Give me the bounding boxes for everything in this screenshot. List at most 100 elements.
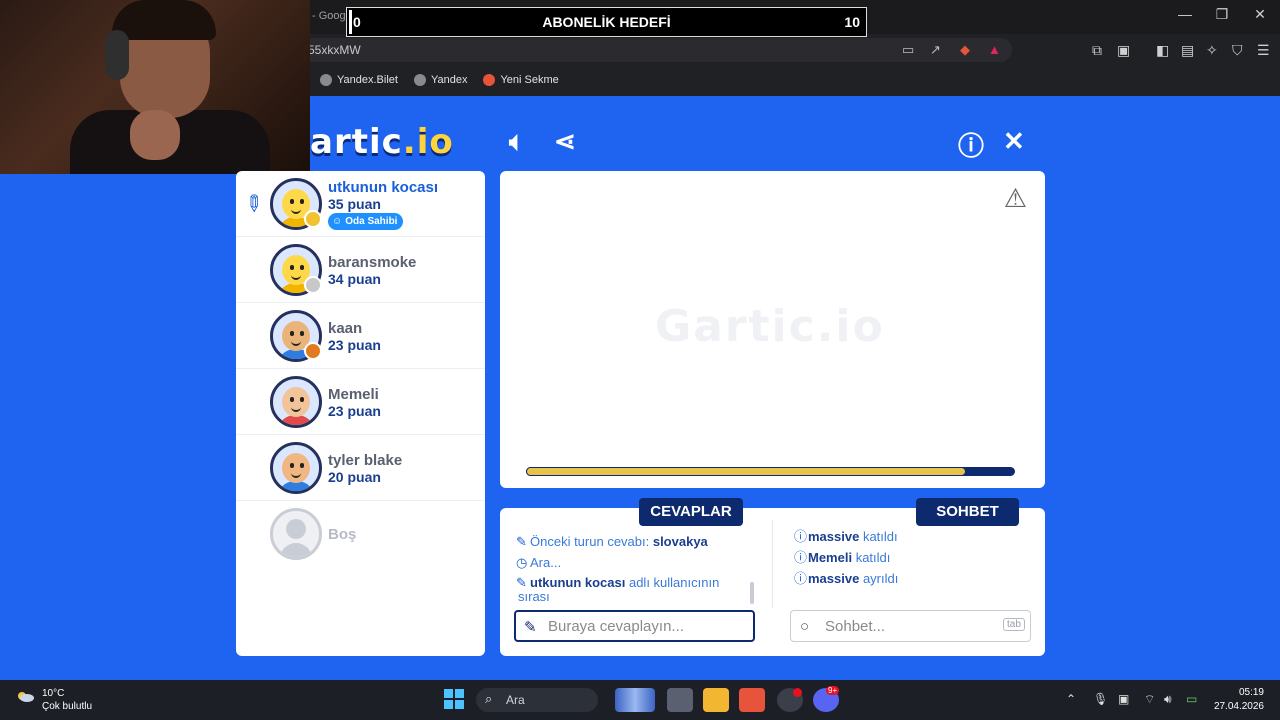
player-name: kaan (328, 320, 363, 337)
info-icon: ⓘ (794, 529, 808, 544)
timer-fill (526, 467, 967, 476)
pencil-icon: ✎ (516, 575, 527, 590)
gartic-logo: artic.io (310, 122, 454, 162)
player-row[interactable]: tyler blake 20 puan (236, 435, 485, 501)
drawing-canvas[interactable]: Gartic.io ⚠ (500, 171, 1045, 488)
answer-message-cont: sırası (518, 589, 550, 604)
chat-bubble-icon: ○ (800, 618, 810, 635)
clock-date[interactable]: 27.04.2026 (1214, 701, 1264, 712)
answer-message: ◷ Ara... (516, 555, 562, 570)
globe-icon (320, 74, 332, 86)
player-row[interactable]: kaan 23 puan (236, 303, 485, 369)
maximize-icon[interactable]: ❐ (1207, 6, 1237, 23)
player-name: baransmoke (328, 254, 417, 271)
leo-ai-icon[interactable]: ✧ (1206, 42, 1218, 59)
status-dot (304, 210, 322, 228)
volume-icon[interactable]: 🔊︎ (1164, 692, 1172, 707)
empty-avatar-icon (270, 508, 322, 560)
windows-start-icon[interactable] (443, 688, 469, 712)
info-icon: ⓘ (794, 571, 808, 586)
player-score: 34 puan (328, 271, 381, 287)
canvas-watermark: Gartic.io (655, 301, 885, 352)
player-name: Memeli (328, 386, 379, 403)
microphone-icon[interactable]: 🎙︎ (1093, 692, 1108, 706)
battery-icon[interactable]: ▭ (1186, 692, 1197, 706)
player-row[interactable]: ✎ utkunun kocası 35 puan ☺ Oda Sahibi (236, 171, 485, 237)
player-score: 35 puan (328, 196, 381, 212)
bookmark-new-tab[interactable]: Yeni Sekme (483, 72, 559, 88)
notification-dot (793, 688, 802, 697)
tray-overflow-icon[interactable]: ⌃ (1066, 692, 1076, 706)
player-row[interactable]: baransmoke 34 puan (236, 237, 485, 303)
tray-app-icon[interactable]: ▣ (1118, 692, 1129, 706)
bookmark-yandex-bilet[interactable]: Yandex.Bilet (320, 72, 398, 88)
goal-title: ABONELİK HEDEFİ (542, 14, 671, 30)
taskbar-search[interactable]: ⌕ Ara (476, 688, 598, 712)
players-panel: ✎ utkunun kocası 35 puan ☺ Oda Sahibi bar… (236, 171, 485, 656)
weather-desc[interactable]: Çok bulutlu (42, 701, 92, 712)
player-name: tyler blake (328, 452, 403, 469)
menu-icon[interactable]: ☰ (1257, 42, 1270, 59)
chat-input[interactable] (790, 610, 1031, 642)
bookmark-yandex[interactable]: Yandex (413, 72, 467, 88)
clock-icon: ◷ (516, 555, 528, 570)
share-icon[interactable]: ↗ (930, 42, 941, 58)
screenshot-icon[interactable]: ▣ (1117, 42, 1130, 59)
status-dot (304, 342, 322, 360)
goal-target: 10 (844, 14, 860, 30)
cast-icon[interactable]: ▭ (902, 42, 914, 58)
tab-chat[interactable]: SOHBET (916, 498, 1019, 526)
answer-input[interactable] (514, 610, 755, 642)
player-name: utkunun kocası (328, 179, 439, 196)
answers-scrollbar[interactable] (750, 582, 754, 604)
owner-icon: ☺ (332, 216, 343, 227)
file-explorer-icon[interactable] (703, 688, 729, 712)
chat-message: ⓘmassive katıldı (794, 529, 898, 544)
bookmarks-bar: Yandex.Bilet Yandex Yeni Sekme (320, 72, 559, 88)
brave-shield-icon[interactable]: ◆ (960, 42, 970, 58)
discord-badge: 9+ (826, 686, 840, 695)
info-icon: ⓘ (794, 550, 808, 565)
cloudy-weather-icon (18, 692, 34, 702)
task-view-icon[interactable] (667, 688, 693, 712)
search-icon: ⌕ (485, 691, 493, 706)
globe-icon (413, 74, 426, 86)
player-score: 23 puan (328, 403, 381, 419)
sound-icon[interactable]: 🔈︎ (509, 126, 525, 158)
address-bar[interactable]: 55xkxMW ▭ ↗ ◆ ▲ (300, 38, 1012, 62)
share-icon[interactable]: ⋖ (554, 126, 576, 157)
status-dot (304, 276, 322, 294)
answers-chat-panel: ✎ Önceki turun cevabı: slovakya ◷ Ara... ✎… (500, 508, 1045, 656)
subscription-goal-overlay: 0 ABONELİK HEDEFİ 10 (346, 7, 867, 37)
player-score: 20 puan (328, 469, 381, 485)
url-text: 55xkxMW (308, 43, 361, 57)
room-owner-badge: ☺ Oda Sahibi (328, 213, 404, 230)
webcam-overlay (0, 0, 310, 174)
info-icon[interactable]: ⓘ (958, 126, 984, 163)
avatar (270, 376, 322, 428)
exit-icon[interactable]: ✕ (1003, 126, 1025, 157)
wallet-icon[interactable]: ▤ (1181, 42, 1194, 59)
tab-answers[interactable]: CEVAPLAR (639, 498, 743, 526)
headset (105, 30, 129, 80)
weather-temp[interactable]: 10°C (42, 688, 64, 699)
empty-slot[interactable]: Boş (236, 501, 485, 567)
clock-time[interactable]: 05:19 (1239, 687, 1264, 698)
wifi-icon[interactable]: ⌔ (1144, 692, 1155, 707)
empty-slot-label: Boş (328, 526, 357, 543)
avatar (270, 442, 322, 494)
chat-message: ⓘmassive ayrıldı (794, 571, 899, 586)
pencil-icon: ✎ (516, 534, 527, 549)
report-warning-icon[interactable]: ⚠ (1004, 183, 1027, 214)
extensions-icon[interactable]: ⧉ (1092, 42, 1102, 59)
vpn-icon[interactable]: ⛉ (1232, 42, 1243, 59)
brave-browser-icon[interactable] (739, 688, 765, 712)
answer-message: ✎ Önceki turun cevabı: slovakya (516, 534, 708, 549)
widgets-icon[interactable] (615, 688, 655, 712)
player-row[interactable]: Memeli 23 puan (236, 369, 485, 435)
minimize-icon[interactable]: — (1170, 6, 1200, 22)
brave-rewards-icon[interactable]: ▲ (988, 42, 1001, 57)
sidebar-icon[interactable]: ◧ (1156, 42, 1169, 59)
round-timer (526, 467, 1015, 476)
close-window-icon[interactable]: ✕ (1245, 6, 1275, 23)
